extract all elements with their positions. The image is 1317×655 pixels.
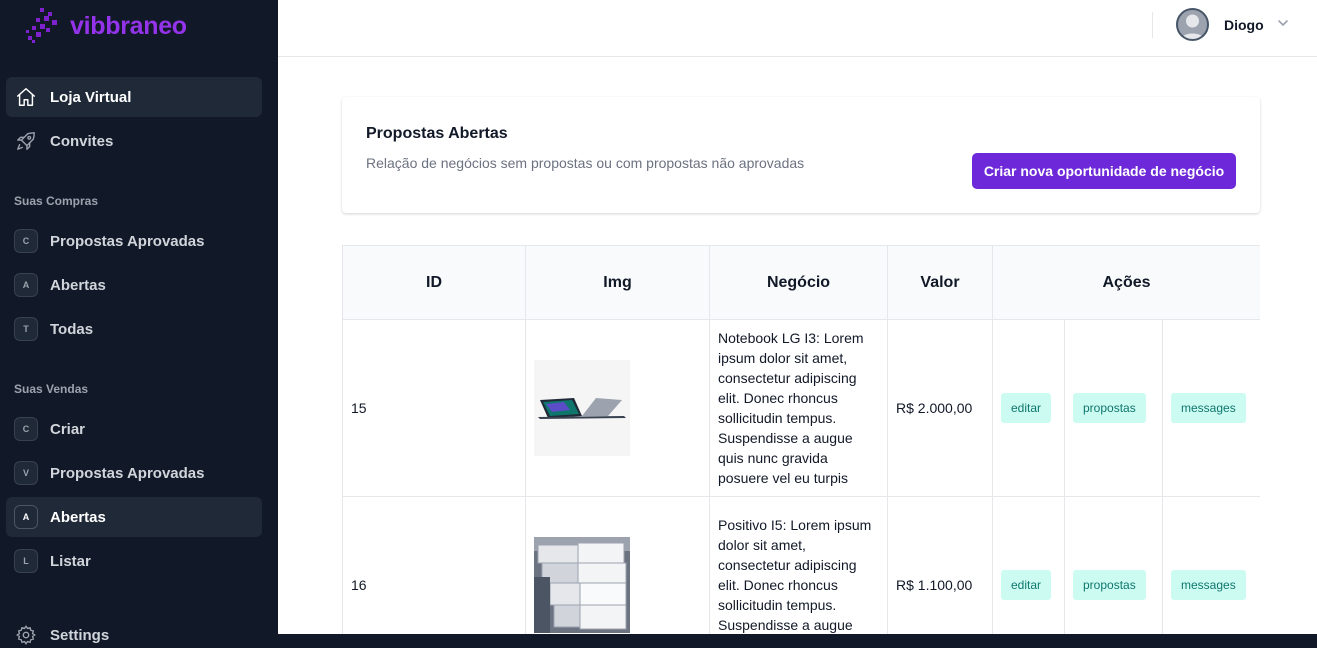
sidebar-item-loja-virtual[interactable]: Loja Virtual	[6, 77, 262, 117]
sidebar-item-settings[interactable]: Settings	[6, 615, 262, 655]
column-header-id: ID	[342, 245, 526, 320]
chevron-down-icon[interactable]	[1276, 16, 1290, 35]
proposals-table-container: ID Img Negócio Valor Ações 15 Notebook L…	[342, 245, 1260, 635]
cell-value: R$ 1.100,00	[887, 496, 993, 635]
sidebar-item-label: Settings	[50, 626, 110, 644]
sidebar-item-label: Criar	[50, 420, 86, 438]
rocket-icon	[14, 129, 38, 153]
cell-action-proposals: propostas	[1064, 496, 1163, 635]
gear-icon	[14, 623, 38, 647]
home-icon	[14, 85, 38, 109]
cell-description: Positivo I5: Lorem ipsum dolor sit amet,…	[709, 496, 888, 635]
brand-name: vibbraneo	[70, 11, 187, 40]
sidebar-item-label: Propostas Aprovadas	[50, 232, 205, 250]
create-opportunity-button[interactable]: Criar nova oportunidade de negócio	[972, 153, 1236, 189]
divider	[1152, 12, 1153, 38]
column-header-valor: Valor	[887, 245, 993, 320]
page-title: Propostas Abertas	[366, 125, 508, 142]
sidebar-item-vendas-abertas[interactable]: A Abertas	[6, 497, 262, 537]
letter-badge: C	[14, 229, 38, 253]
messages-button[interactable]: messages	[1171, 570, 1246, 600]
sidebar-item-convites[interactable]: Convites	[6, 121, 262, 161]
cell-action-messages: messages	[1162, 496, 1260, 635]
column-header-img: Img	[525, 245, 710, 320]
cell-img	[525, 319, 710, 497]
sidebar-item-compras-abertas[interactable]: A Abertas	[6, 265, 262, 305]
section-label-compras: Suas Compras	[14, 194, 99, 208]
letter-badge: L	[14, 549, 38, 573]
laptop-image	[534, 360, 630, 456]
edit-button[interactable]: editar	[1001, 393, 1052, 423]
cell-description: Notebook LG I3: Lorem ipsum dolor sit am…	[709, 319, 888, 497]
sidebar-item-compras-propostas-aprovadas[interactable]: C Propostas Aprovadas	[6, 221, 262, 261]
edit-button[interactable]: editar	[1001, 570, 1052, 600]
letter-badge: A	[14, 505, 38, 529]
proposals-button[interactable]: propostas	[1073, 570, 1146, 600]
column-header-acoes: Ações	[992, 245, 1260, 320]
table-row: 16 Positivo I5: Lorem ipsum dolor sit am…	[342, 496, 1260, 635]
sidebar-item-label: Abertas	[50, 508, 106, 526]
letter-badge: V	[14, 461, 38, 485]
cell-id: 16	[342, 496, 526, 635]
cell-value: R$ 2.000,00	[887, 319, 993, 497]
cell-action-edit: editar	[992, 496, 1065, 635]
sidebar-item-label: Listar	[50, 552, 91, 570]
sidebar-item-label: Loja Virtual	[50, 88, 132, 106]
proposals-table: ID Img Negócio Valor Ações 15 Notebook L…	[342, 245, 1260, 635]
page-header-card: Propostas Abertas Relação de negócios se…	[342, 97, 1260, 213]
sidebar-item-vendas-propostas-aprovadas[interactable]: V Propostas Aprovadas	[6, 453, 262, 493]
column-header-negocio: Negócio	[709, 245, 888, 320]
sidebar-item-label: Abertas	[50, 276, 106, 294]
sidebar-item-label: Propostas Aprovadas	[50, 464, 205, 482]
proposals-button[interactable]: propostas	[1073, 393, 1146, 423]
table-header-row: ID Img Negócio Valor Ações	[342, 245, 1260, 320]
brand-logo[interactable]: vibbraneo	[26, 6, 187, 46]
table-row: 15 Notebook LG I3: Lorem ipsum dolor sit…	[342, 319, 1260, 497]
footer-bar	[278, 634, 1317, 648]
user-name[interactable]: Diogo	[1224, 17, 1264, 33]
letter-badge: C	[14, 417, 38, 441]
avatar[interactable]	[1176, 8, 1209, 41]
top-bar: Diogo	[278, 0, 1317, 57]
cell-action-messages: messages	[1162, 319, 1260, 497]
sidebar-item-label: Todas	[50, 320, 94, 338]
section-label-vendas: Suas Vendas	[14, 382, 89, 396]
letter-badge: T	[14, 317, 38, 341]
boxes-image	[534, 537, 630, 633]
sidebar-item-label: Convites	[50, 132, 114, 150]
sidebar-item-vendas-criar[interactable]: C Criar	[6, 409, 262, 449]
letter-badge: A	[14, 273, 38, 297]
sidebar-item-compras-todas[interactable]: T Todas	[6, 309, 262, 349]
cell-img	[525, 496, 710, 635]
cell-action-proposals: propostas	[1064, 319, 1163, 497]
page-subtitle: Relação de negócios sem propostas ou com…	[366, 155, 805, 171]
sidebar-item-vendas-listar[interactable]: L Listar	[6, 541, 262, 581]
logo-icon	[26, 8, 57, 43]
cell-id: 15	[342, 319, 526, 497]
messages-button[interactable]: messages	[1171, 393, 1246, 423]
sidebar: vibbraneo Loja Virtual Convites Suas Com…	[0, 0, 278, 648]
user-avatar-icon	[1176, 8, 1209, 41]
cell-action-edit: editar	[992, 319, 1065, 497]
